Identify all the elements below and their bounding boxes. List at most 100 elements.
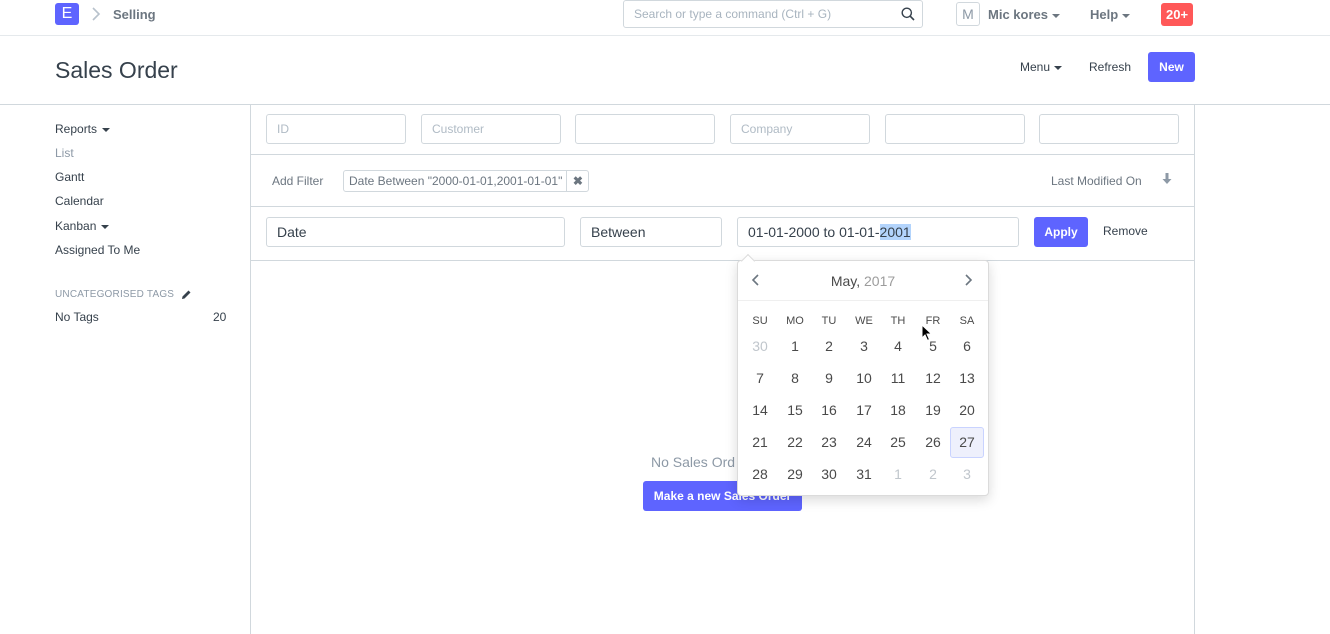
calendar-day[interactable]: 1 [881, 459, 915, 490]
menu-label: Menu [1020, 60, 1051, 74]
sidebar-item-label: Reports [55, 122, 98, 136]
calendar-day[interactable]: 15 [778, 395, 812, 426]
calendar-day[interactable]: 14 [743, 395, 777, 426]
datepicker-month: May, [830, 273, 861, 289]
search-icon[interactable] [901, 7, 915, 24]
sidebar-item-gantt[interactable]: Gantt [55, 170, 84, 184]
filter-value-text: 01-01-2000 to 01-01- [748, 224, 880, 240]
calendar-day[interactable]: 21 [743, 427, 777, 458]
calendar-day[interactable]: 7 [743, 363, 777, 394]
page-head: Sales Order Menu Refresh New [0, 36, 1330, 105]
calendar-day[interactable]: 10 [847, 363, 881, 394]
empty-state-message: No Sales Ord [651, 454, 736, 470]
calendar-day[interactable]: 30 [812, 459, 846, 490]
calendar-day[interactable]: 28 [743, 459, 777, 490]
calendar-day[interactable]: 18 [881, 395, 915, 426]
chevron-right-icon[interactable] [963, 273, 973, 290]
breadcrumb-selling[interactable]: Selling [113, 7, 156, 22]
calendar-day[interactable]: 2 [916, 459, 950, 490]
calendar-day[interactable]: 4 [881, 331, 915, 362]
awesome-bar[interactable] [623, 0, 923, 28]
datepicker-title[interactable]: May, 2017 [738, 273, 988, 289]
weekday-header: TU [821, 315, 837, 327]
no-tags-count: 20 [213, 310, 227, 324]
user-name-label: Mic kores [988, 7, 1048, 22]
calendar-day[interactable]: 17 [847, 395, 881, 426]
breadcrumb-chevron-icon [91, 6, 101, 25]
calendar-day[interactable]: 22 [778, 427, 812, 458]
weekday-header: SA [959, 315, 975, 327]
avatar[interactable]: M [956, 2, 980, 26]
sidebar-item-kanban[interactable]: Kanban [55, 219, 110, 233]
filter-condition-select[interactable]: Between [580, 217, 722, 247]
calendar-day[interactable]: 8 [778, 363, 812, 394]
calendar-day[interactable]: 19 [916, 395, 950, 426]
filter-fieldname-input[interactable]: Date [266, 217, 565, 247]
sort-descending-icon[interactable] [1162, 173, 1172, 188]
list-panel: Add Filter Date Between "2000-01-01,2001… [250, 104, 1195, 634]
calendar-day[interactable]: 23 [812, 427, 846, 458]
calendar-day[interactable]: 12 [916, 363, 950, 394]
tags-heading: UNCATEGORISED TAGS [55, 289, 175, 300]
calendar-day[interactable]: 13 [950, 363, 984, 394]
calendar-day[interactable]: 25 [881, 427, 915, 458]
filter-tag-label: Date Between "2000-01-01,2001-01-01" [349, 174, 563, 188]
sidebar-item-assigned-to-me[interactable]: Assigned To Me [55, 243, 140, 257]
pencil-icon[interactable] [181, 288, 192, 303]
calendar-day[interactable]: 6 [950, 331, 984, 362]
help-label: Help [1090, 7, 1119, 22]
calendar-day[interactable]: 31 [847, 459, 881, 490]
filter-company-input[interactable] [730, 114, 870, 144]
calendar-day[interactable]: 24 [847, 427, 881, 458]
calendar-day[interactable]: 16 [812, 395, 846, 426]
app-logo[interactable]: E [55, 3, 79, 25]
chevron-down-icon [102, 127, 111, 132]
weekday-header: TH [890, 315, 906, 327]
refresh-button[interactable]: Refresh [1089, 60, 1131, 74]
sidebar-item-label: Kanban [55, 219, 97, 233]
calendar-day[interactable]: 26 [916, 427, 950, 458]
search-input[interactable] [634, 7, 894, 21]
chevron-down-icon [101, 224, 110, 229]
calendar-day[interactable]: 3 [847, 331, 881, 362]
weekday-header: MO [786, 315, 804, 327]
filter-id-input[interactable] [266, 114, 406, 144]
help-menu[interactable]: Help [1090, 7, 1131, 22]
datepicker-year: 2017 [864, 273, 896, 289]
filter-value-input[interactable]: 01-01-2000 to 01-01-2001 [737, 217, 1019, 247]
filter-customer-input[interactable] [421, 114, 561, 144]
sidebar-item-list[interactable]: List [55, 146, 74, 160]
menu-button[interactable]: Menu [1020, 60, 1063, 74]
sidebar-item-reports[interactable]: Reports [55, 122, 111, 136]
calendar-day[interactable]: 11 [881, 363, 915, 394]
divider [251, 154, 1194, 155]
calendar-day[interactable]: 30 [743, 331, 777, 362]
top-navbar: E Selling M Mic kores Help 20+ [0, 0, 1330, 36]
new-button[interactable]: New [1148, 52, 1195, 82]
page-title: Sales Order [55, 57, 178, 83]
weekday-header: SU [752, 315, 768, 327]
calendar-day[interactable]: 9 [812, 363, 846, 394]
close-icon[interactable]: ✖ [566, 171, 588, 191]
sort-selector[interactable]: Last Modified On [1051, 174, 1142, 188]
user-menu[interactable]: Mic kores [988, 7, 1060, 22]
calendar-day[interactable]: 1 [778, 331, 812, 362]
add-filter-button[interactable]: Add Filter [272, 174, 323, 188]
sidebar-item-calendar[interactable]: Calendar [55, 194, 104, 208]
active-filter-tag[interactable]: Date Between "2000-01-01,2001-01-01" ✖ [343, 170, 590, 192]
remove-button[interactable]: Remove [1103, 224, 1148, 238]
calendar-day[interactable]: 3 [950, 459, 984, 490]
no-tags-item[interactable]: No Tags [55, 310, 99, 324]
calendar-day[interactable]: 20 [950, 395, 984, 426]
notification-badge[interactable]: 20+ [1161, 3, 1194, 26]
filter-field-input[interactable] [885, 114, 1025, 144]
calendar-day[interactable]: 29 [778, 459, 812, 490]
filter-field-input[interactable] [575, 114, 715, 144]
datepicker: May, 2017 SU MO TU WE TH FR SA 30 1 2 3 4 5 6 7 8 9 10 11 1… [737, 253, 989, 496]
mouse-cursor-icon [921, 323, 933, 345]
chevron-down-icon [1122, 13, 1131, 18]
calendar-day[interactable]: 27 [950, 427, 984, 458]
calendar-day[interactable]: 2 [812, 331, 846, 362]
filter-field-input[interactable] [1039, 114, 1179, 144]
apply-button[interactable]: Apply [1034, 217, 1088, 247]
